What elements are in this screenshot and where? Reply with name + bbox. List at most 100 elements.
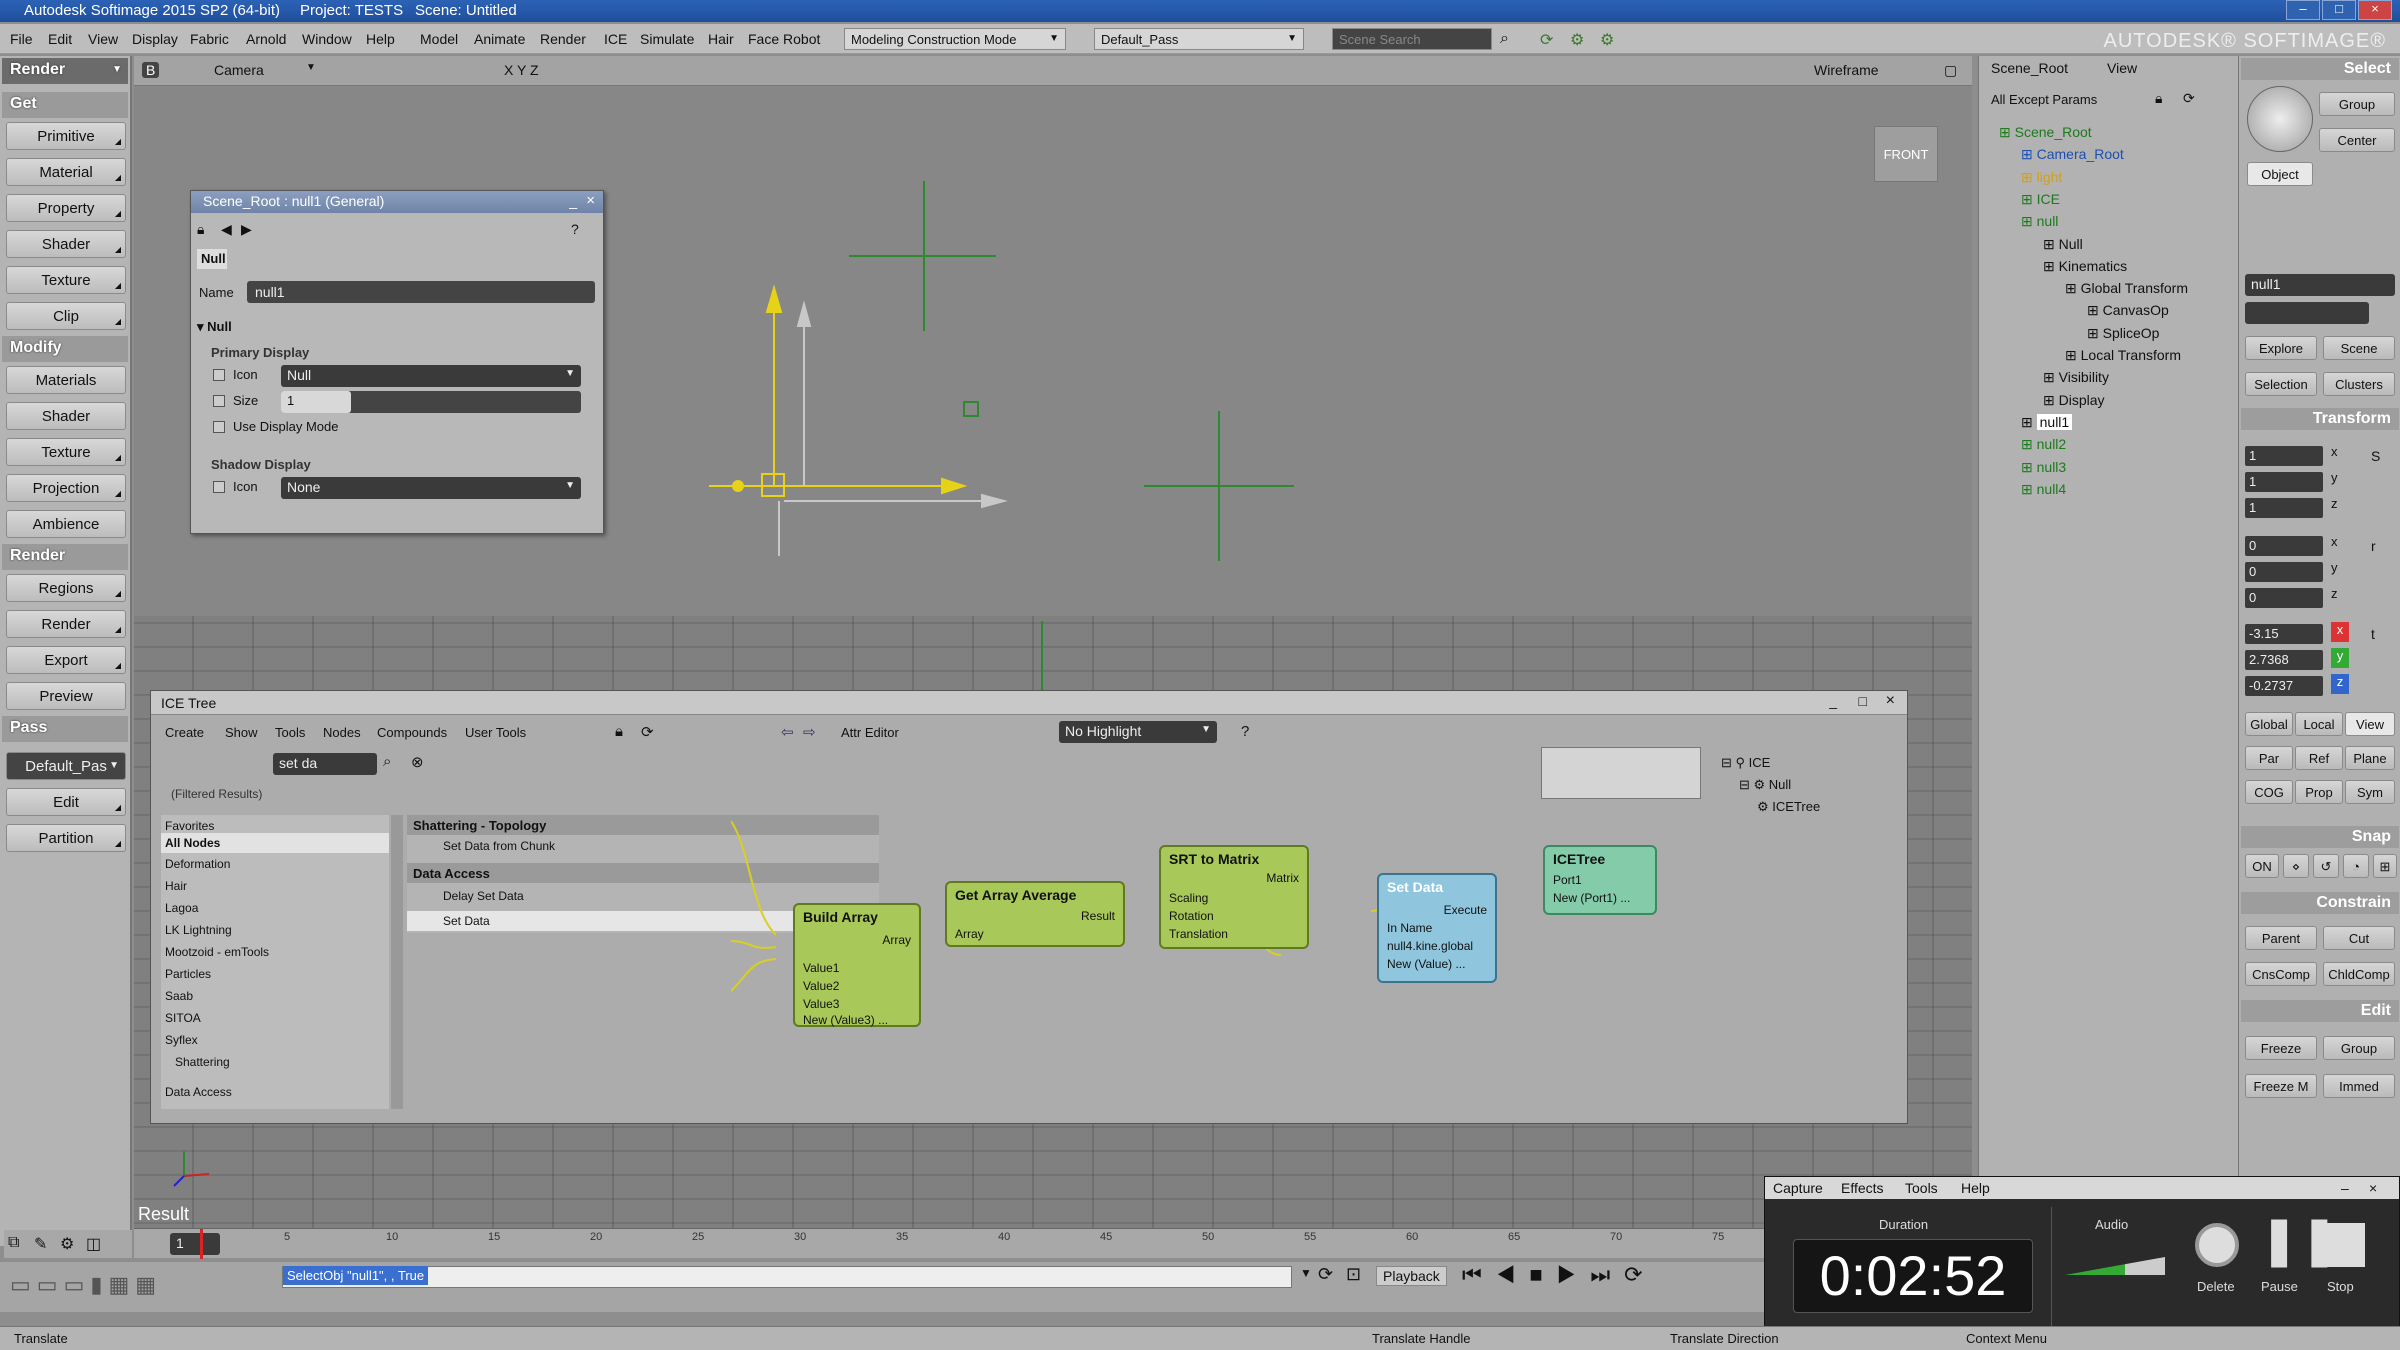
mini-tree-icetree[interactable]: ⚙ ICETree xyxy=(1757,799,1820,815)
modify-shader-button[interactable]: Shader xyxy=(6,402,126,430)
size-animatable-checkbox[interactable] xyxy=(213,395,225,407)
tree-item[interactable]: ⊞ SpliceOp xyxy=(2087,325,2159,342)
translate-icon[interactable]: t xyxy=(2371,626,2375,642)
expand-icon[interactable]: ⊞ xyxy=(2021,191,2037,207)
brush-icon[interactable]: ✎ xyxy=(34,1234,47,1254)
port-out[interactable]: Array xyxy=(882,933,911,947)
menu-item[interactable]: Simulate xyxy=(640,31,694,47)
tree-item[interactable]: ⊞ CanvasOp xyxy=(2087,302,2169,319)
capture-close-icon[interactable]: × xyxy=(2369,1180,2377,1196)
port-in[interactable]: Array xyxy=(955,927,984,941)
prop-button[interactable]: Prop xyxy=(2295,780,2343,804)
immed-button[interactable]: Immed xyxy=(2323,1074,2395,1098)
transport-controls-icon[interactable]: ⏮◀■▶⏭⟳ xyxy=(1462,1262,1657,1288)
plane-button[interactable]: Plane xyxy=(2345,746,2395,770)
ref-button[interactable]: Ref xyxy=(2295,746,2343,770)
lock-icon[interactable]: 🔒︎ xyxy=(615,723,623,740)
property-close-icon[interactable]: × xyxy=(586,192,595,209)
global-button[interactable]: Global xyxy=(2245,712,2293,736)
mini-tree-ice[interactable]: ⊟ ⚲ ICE xyxy=(1721,755,1770,771)
menu-item[interactable]: Window xyxy=(302,31,352,47)
sync-icon[interactable]: ⚙ xyxy=(1600,30,1614,50)
tree-item[interactable]: ⊞ light xyxy=(2021,169,2062,186)
export-button[interactable]: Export ◢ xyxy=(6,646,126,674)
snap-on-toggle[interactable]: ON xyxy=(2245,854,2279,878)
modify-texture-button[interactable]: Texture ◢ xyxy=(6,438,126,466)
preview-button[interactable]: Preview xyxy=(6,682,126,710)
back-arrow-icon[interactable]: ⇦ xyxy=(781,723,794,741)
menu-item[interactable]: Hair xyxy=(708,31,734,47)
translate-y-toggle[interactable]: y xyxy=(2331,648,2349,668)
delete-icon[interactable] xyxy=(2195,1223,2239,1267)
menu-item[interactable]: Edit xyxy=(48,31,72,47)
port-in[interactable]: New (Value) ... xyxy=(1387,957,1465,971)
expand-icon[interactable]: ⊞ xyxy=(2065,347,2081,363)
tree-item[interactable]: ⊞ Null xyxy=(2043,236,2083,253)
y-axis-label[interactable]: y xyxy=(2331,560,2338,575)
port-in[interactable]: Value3 xyxy=(803,997,839,1011)
maximize-viewport-icon[interactable]: ▢ xyxy=(1944,62,1957,79)
construction-mode-select[interactable]: Modeling Construction Mode ▼ xyxy=(844,28,1066,50)
materials-button[interactable]: Materials xyxy=(6,366,126,394)
script-command-field[interactable]: SelectObj "null1", , True xyxy=(282,1266,1292,1288)
snap-surface-icon[interactable]: ◔ xyxy=(2343,854,2369,878)
viewport-letter-button[interactable]: B xyxy=(142,62,160,78)
port-in[interactable]: Port1 xyxy=(1553,873,1582,887)
explorer-view-menu[interactable]: View xyxy=(2107,60,2137,76)
help-icon[interactable]: ? xyxy=(1241,723,1249,740)
node-navigator[interactable] xyxy=(1541,747,1701,799)
shader-button[interactable]: Shader ◢ xyxy=(6,230,126,258)
tab-null[interactable]: Null xyxy=(197,249,227,269)
render-toolbar-mode[interactable]: Render ▼ xyxy=(2,58,128,84)
regions-button[interactable]: Regions ◢ xyxy=(6,574,126,602)
ice-menu-tools[interactable]: Tools xyxy=(275,725,305,740)
cog-button[interactable]: COG xyxy=(2245,780,2293,804)
category-item[interactable]: Deformation xyxy=(165,857,230,871)
ice-menu-nodes[interactable]: Nodes xyxy=(323,725,361,740)
freeze-button[interactable]: Freeze xyxy=(2245,1036,2317,1060)
primitive-button[interactable]: Primitive ◢ xyxy=(6,122,126,150)
port-in[interactable]: New (Value3) ... xyxy=(803,1013,888,1027)
clear-search-icon[interactable]: ⊗ xyxy=(411,753,424,771)
expand-icon[interactable]: ⊞ xyxy=(2021,169,2037,185)
projection-button[interactable]: Projection ◢ xyxy=(6,474,126,502)
rotate-y-field[interactable]: 0 xyxy=(2245,562,2323,582)
shadow-icon-checkbox[interactable] xyxy=(213,481,225,493)
help-icon[interactable]: ? xyxy=(571,221,579,237)
x-axis-label[interactable]: x xyxy=(2331,534,2338,549)
port-in[interactable]: Rotation xyxy=(1169,909,1214,923)
menu-item[interactable]: Display xyxy=(132,31,178,47)
center-button[interactable]: Center xyxy=(2319,128,2395,152)
layout-icon[interactable]: ⧉ xyxy=(8,1234,19,1252)
port-out[interactable]: Result xyxy=(1081,909,1115,923)
port-in[interactable]: In Name xyxy=(1387,921,1432,935)
ambience-button[interactable]: Ambience xyxy=(6,510,126,538)
tree-item[interactable]: ⊞ Scene_Root xyxy=(1999,124,2092,141)
rotate-z-field[interactable]: 0 xyxy=(2245,588,2323,608)
snap-point-icon[interactable]: ⋄ xyxy=(2283,854,2309,878)
refresh-icon[interactable]: ⟳ xyxy=(2183,90,2195,107)
expand-icon[interactable]: ⊞ xyxy=(2065,280,2081,296)
render-button[interactable]: Render ◢ xyxy=(6,610,126,638)
axes-toggle[interactable]: X Y Z xyxy=(504,62,539,78)
expand-icon[interactable]: ⊞ xyxy=(2021,459,2037,475)
category-item[interactable]: Particles xyxy=(165,967,211,981)
playhead[interactable] xyxy=(200,1229,203,1259)
maximize-button[interactable]: □ xyxy=(2322,0,2356,20)
translate-x-field[interactable]: -3.15 xyxy=(2245,624,2323,644)
search-icon[interactable]: ⌕ xyxy=(383,753,391,770)
capture-menu-help[interactable]: Help xyxy=(1961,1180,1990,1196)
menu-item[interactable]: Animate xyxy=(474,31,525,47)
tree-item[interactable]: ⊞ Visibility xyxy=(2043,369,2109,386)
explorer-filter[interactable]: All Except Params xyxy=(1991,92,2097,107)
mini-tree-null[interactable]: ⊟ ⚙ Null xyxy=(1739,777,1791,793)
pass-edit-button[interactable]: Edit ◢ xyxy=(6,788,126,816)
result-item[interactable]: Delay Set Data xyxy=(443,889,524,903)
timeline[interactable]: 1 5 10 15 20 25 30 35 40 45 50 55 60 65 70 75 xyxy=(134,1228,1776,1259)
scale-x-field[interactable]: 1 xyxy=(2245,446,2323,466)
scale-z-field[interactable]: 1 xyxy=(2245,498,2323,518)
x-axis-label[interactable]: x xyxy=(2331,444,2338,459)
expand-icon[interactable]: ⊞ xyxy=(1999,124,2015,140)
menu-item[interactable]: Help xyxy=(366,31,395,47)
forward-arrow-icon[interactable]: ⇨ xyxy=(803,723,816,741)
